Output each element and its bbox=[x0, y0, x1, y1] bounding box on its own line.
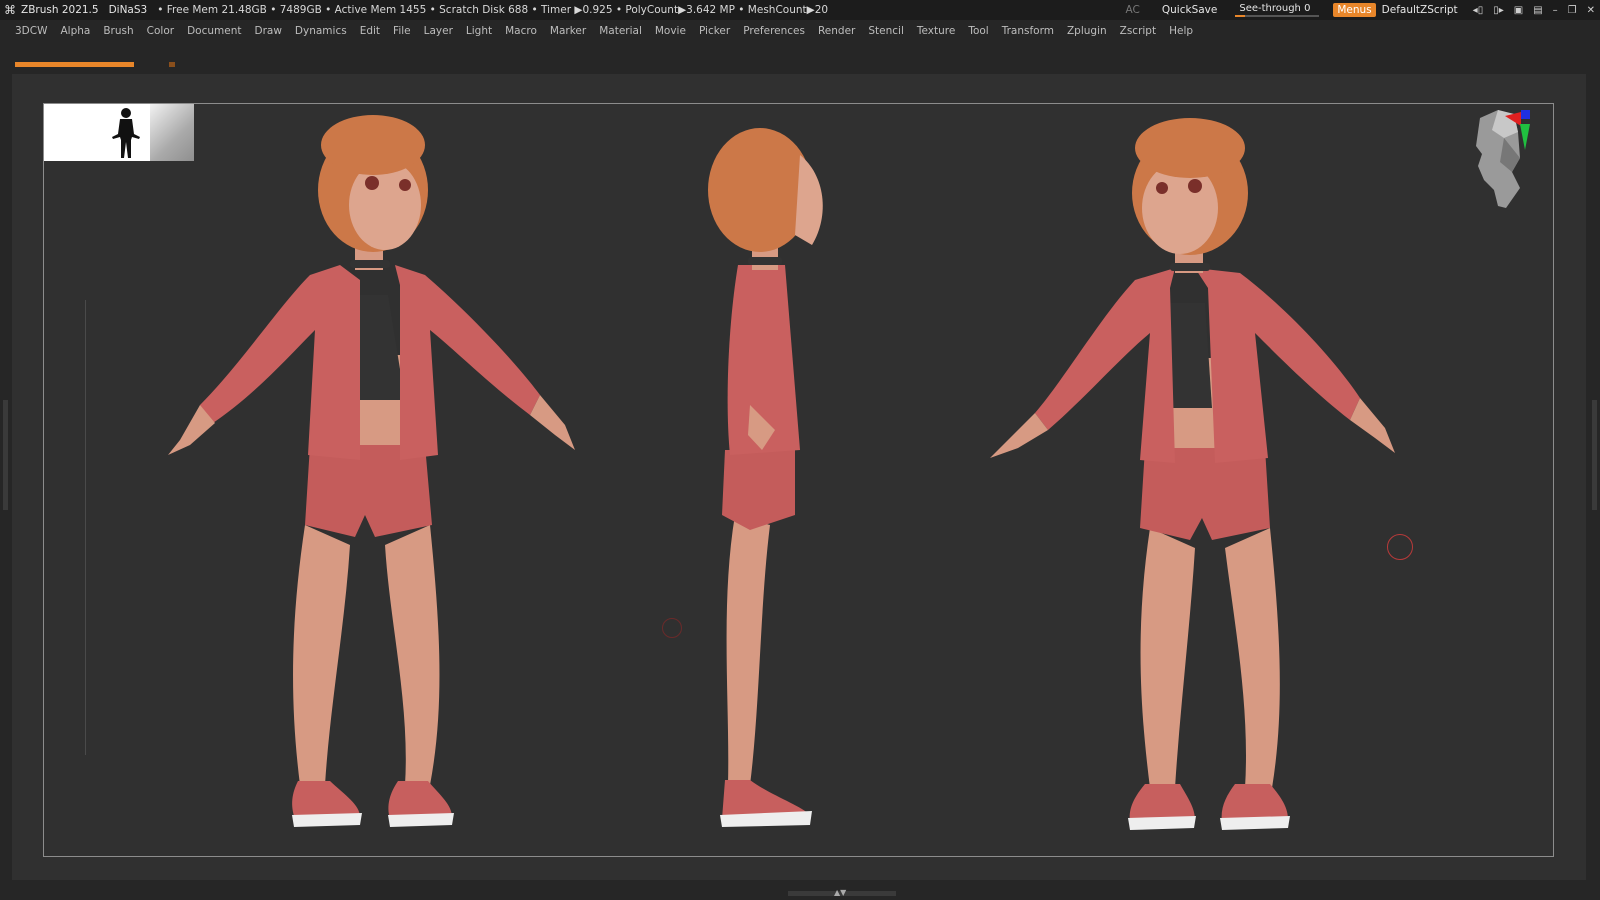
shelf-area bbox=[0, 42, 1600, 72]
menu-preferences[interactable]: Preferences bbox=[743, 25, 805, 37]
side-shoe bbox=[720, 780, 812, 827]
side-shorts bbox=[722, 450, 795, 530]
silhouette-icon bbox=[112, 108, 140, 158]
menu-color[interactable]: Color bbox=[147, 25, 174, 37]
orientation-head-icon[interactable] bbox=[1470, 110, 1530, 215]
legs bbox=[293, 525, 440, 785]
character-three-quarter-view[interactable] bbox=[990, 108, 1430, 853]
layout-left-icon[interactable]: ◂▯ bbox=[1473, 5, 1484, 16]
tq-head bbox=[1132, 118, 1248, 273]
close-icon[interactable]: ✕ bbox=[1587, 5, 1595, 16]
see-through-label: See-through bbox=[1239, 3, 1301, 14]
restore-icon[interactable]: ❐ bbox=[1568, 5, 1577, 16]
character-front-view[interactable] bbox=[160, 105, 600, 850]
menu-draw[interactable]: Draw bbox=[254, 25, 281, 37]
minimize-icon[interactable]: – bbox=[1553, 5, 1558, 16]
window-icon[interactable]: ▣ bbox=[1514, 5, 1523, 16]
see-through-slider[interactable]: See-through 0 bbox=[1235, 2, 1320, 18]
menu-layer[interactable]: Layer bbox=[424, 25, 453, 37]
side-head bbox=[708, 128, 823, 270]
menu-document[interactable]: Document bbox=[187, 25, 241, 37]
zbrush-logo-icon[interactable]: ⌘ bbox=[3, 3, 17, 17]
menu-movie[interactable]: Movie bbox=[655, 25, 686, 37]
menu-bar: 3DCW Alpha Brush Color Document Draw Dyn… bbox=[0, 20, 1600, 42]
menu-marker[interactable]: Marker bbox=[550, 25, 586, 37]
side-legs bbox=[726, 515, 770, 785]
menu-alpha[interactable]: Alpha bbox=[60, 25, 90, 37]
side-jacket bbox=[727, 265, 800, 455]
menu-edit[interactable]: Edit bbox=[360, 25, 380, 37]
menu-dynamics[interactable]: Dynamics bbox=[295, 25, 347, 37]
shoes bbox=[292, 781, 454, 827]
menu-render[interactable]: Render bbox=[818, 25, 855, 37]
tq-shorts bbox=[1140, 448, 1270, 540]
menu-macro[interactable]: Macro bbox=[505, 25, 537, 37]
default-zscript-button[interactable]: DefaultZScript bbox=[1382, 4, 1458, 16]
memory-stats: • Free Mem 21.48GB • 7489GB • Active Mem… bbox=[157, 4, 829, 16]
menu-zscript[interactable]: Zscript bbox=[1120, 25, 1156, 37]
menu-zplugin[interactable]: Zplugin bbox=[1067, 25, 1107, 37]
brush-cursor bbox=[1387, 534, 1413, 560]
menu-3dcw[interactable]: 3DCW bbox=[15, 25, 47, 37]
right-tray-handle[interactable] bbox=[1592, 400, 1597, 510]
neck-head bbox=[318, 115, 428, 270]
menu-file[interactable]: File bbox=[393, 25, 411, 37]
menu-material[interactable]: Material bbox=[599, 25, 642, 37]
menu-help[interactable]: Help bbox=[1169, 25, 1193, 37]
tq-legs bbox=[1140, 528, 1280, 788]
menu-transform[interactable]: Transform bbox=[1002, 25, 1054, 37]
menu-brush[interactable]: Brush bbox=[103, 25, 133, 37]
bottom-tray-handle[interactable]: ▲▼ bbox=[788, 888, 896, 897]
title-bar-controls: AC QuickSave See-through 0 Menus Default… bbox=[1119, 0, 1600, 20]
layout-right-icon[interactable]: ▯▸ bbox=[1493, 5, 1504, 16]
menus-button[interactable]: Menus bbox=[1333, 3, 1376, 17]
progress-bar bbox=[15, 62, 134, 67]
secondary-cursor bbox=[662, 618, 682, 638]
menu-texture[interactable]: Texture bbox=[917, 25, 955, 37]
quicksave-button[interactable]: QuickSave bbox=[1162, 4, 1217, 16]
menu-tool[interactable]: Tool bbox=[968, 25, 988, 37]
character-side-view[interactable] bbox=[700, 105, 860, 850]
menu-picker[interactable]: Picker bbox=[699, 25, 730, 37]
app-title: ZBrush 2021.5 bbox=[21, 4, 99, 16]
left-tray-handle[interactable] bbox=[3, 400, 8, 510]
menu-light[interactable]: Light bbox=[466, 25, 492, 37]
guide-line bbox=[85, 300, 86, 755]
progress-marker bbox=[169, 62, 175, 67]
see-through-value: 0 bbox=[1304, 3, 1311, 14]
expand-arrows-icon: ▲▼ bbox=[834, 888, 847, 897]
shorts bbox=[305, 445, 432, 537]
ac-toggle[interactable]: AC bbox=[1126, 4, 1140, 16]
document-name: DiNaS3 bbox=[108, 4, 148, 16]
menu-stencil[interactable]: Stencil bbox=[868, 25, 904, 37]
tq-shoes bbox=[1128, 784, 1290, 830]
window-alt-icon[interactable]: ▤ bbox=[1533, 5, 1542, 16]
